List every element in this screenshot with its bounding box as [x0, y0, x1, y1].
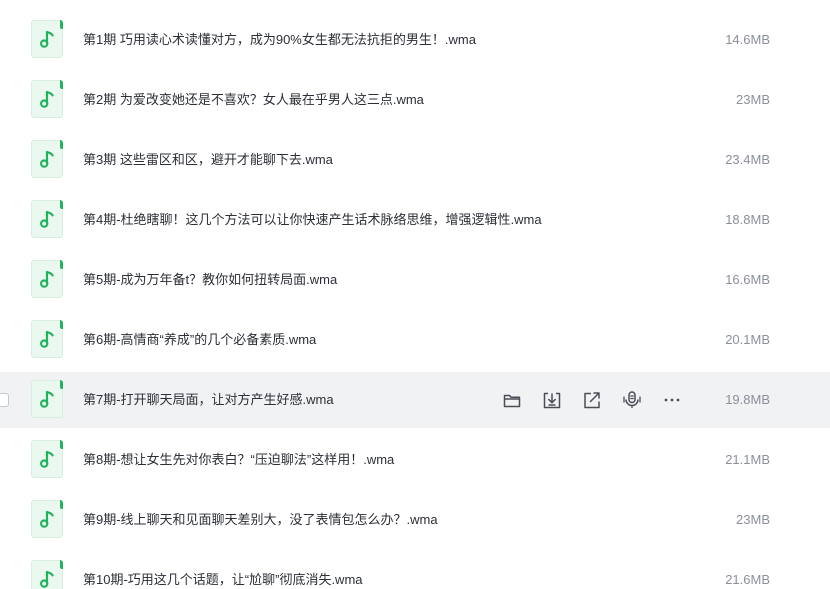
- file-name[interactable]: 第3期 这些雷区和区，避开才能聊下去.wma: [83, 132, 333, 188]
- file-row[interactable]: 第4期-杜绝瞎聊！这几个方法可以让你快速产生话术脉络思维，增强逻辑性.wma 18…: [0, 192, 830, 248]
- download-icon[interactable]: [540, 388, 564, 412]
- more-icon[interactable]: [660, 388, 684, 412]
- file-name[interactable]: 第8期-想让女生先对你表白？“压迫聊法”这样用！.wma: [83, 432, 394, 488]
- file-row[interactable]: 第2期 为爱改变她还是不喜欢？女人最在乎男人这三点.wma 23MB: [0, 72, 830, 128]
- file-size: 23.4MB: [725, 152, 770, 167]
- file-list: 第1期 巧用读心术读懂对方，成为90%女生都无法抗拒的男生！.wma 14.6MB…: [0, 0, 830, 589]
- file-name[interactable]: 第6期-高情商“养成”的几个必备素质.wma: [83, 312, 316, 368]
- file-size: 20.1MB: [725, 332, 770, 347]
- folder-icon[interactable]: [500, 388, 524, 412]
- file-size: 23MB: [736, 92, 770, 107]
- file-row[interactable]: 第5期-成为万年备t？教你如何扭转局面.wma 16.6MB: [0, 252, 830, 308]
- select-checkbox[interactable]: [0, 393, 9, 407]
- file-row[interactable]: 第1期 巧用读心术读懂对方，成为90%女生都无法抗拒的男生！.wma 14.6MB: [0, 12, 830, 68]
- music-note-icon[interactable]: [31, 260, 63, 298]
- file-size: 21.1MB: [725, 452, 770, 467]
- transcribe-icon[interactable]: [620, 388, 644, 412]
- music-note-icon[interactable]: [31, 560, 63, 589]
- file-name[interactable]: 第4期-杜绝瞎聊！这几个方法可以让你快速产生话术脉络思维，增强逻辑性.wma: [83, 192, 542, 248]
- file-size: 14.6MB: [725, 32, 770, 47]
- file-name[interactable]: 第10期-巧用这几个话题，让“尬聊”彻底消失.wma: [83, 552, 363, 589]
- music-note-icon[interactable]: [31, 320, 63, 358]
- music-note-icon[interactable]: [31, 200, 63, 238]
- file-row[interactable]: 第9期-线上聊天和见面聊天差别大，没了表情包怎么办？.wma 23MB: [0, 492, 830, 548]
- file-name[interactable]: 第5期-成为万年备t？教你如何扭转局面.wma: [83, 252, 337, 308]
- file-row[interactable]: 第3期 这些雷区和区，避开才能聊下去.wma 23.4MB: [0, 132, 830, 188]
- file-size: 23MB: [736, 512, 770, 527]
- file-row[interactable]: 第10期-巧用这几个话题，让“尬聊”彻底消失.wma 21.6MB: [0, 552, 830, 589]
- music-note-icon[interactable]: [31, 440, 63, 478]
- file-name[interactable]: 第9期-线上聊天和见面聊天差别大，没了表情包怎么办？.wma: [83, 492, 438, 548]
- music-note-icon[interactable]: [31, 140, 63, 178]
- file-size: 21.6MB: [725, 572, 770, 587]
- file-row[interactable]: 第6期-高情商“养成”的几个必备素质.wma 20.1MB: [0, 312, 830, 368]
- music-note-icon[interactable]: [31, 500, 63, 538]
- music-note-icon[interactable]: [31, 80, 63, 118]
- music-note-icon[interactable]: [31, 380, 63, 418]
- file-name[interactable]: 第7期-打开聊天局面，让对方产生好感.wma: [83, 372, 334, 428]
- file-row[interactable]: 第8期-想让女生先对你表白？“压迫聊法”这样用！.wma 21.1MB: [0, 432, 830, 488]
- file-size: 18.8MB: [725, 212, 770, 227]
- file-name[interactable]: 第1期 巧用读心术读懂对方，成为90%女生都无法抗拒的男生！.wma: [83, 12, 476, 68]
- share-icon[interactable]: [580, 388, 604, 412]
- file-size: 19.8MB: [725, 392, 770, 407]
- music-note-icon[interactable]: [31, 20, 63, 58]
- file-size: 16.6MB: [725, 272, 770, 287]
- file-name[interactable]: 第2期 为爱改变她还是不喜欢？女人最在乎男人这三点.wma: [83, 72, 424, 128]
- file-row[interactable]: 第7期-打开聊天局面，让对方产生好感.wma 19.8MB: [0, 372, 830, 428]
